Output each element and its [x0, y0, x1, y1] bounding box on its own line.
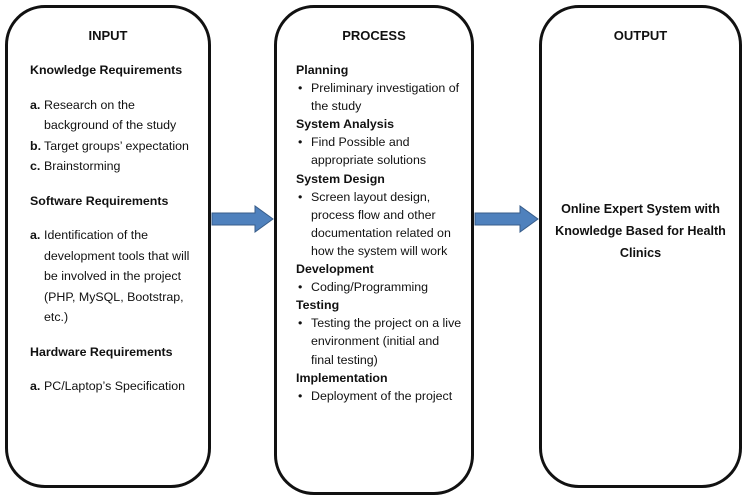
list-item: a. PC/Laptop’s Specification: [30, 376, 200, 397]
bullet-item: • Preliminary investigation of the study: [296, 79, 463, 115]
list-marker: a.: [30, 228, 41, 242]
phase-title: Implementation: [296, 370, 388, 385]
bullet-icon: •: [298, 189, 303, 204]
process-content: Planning • Preliminary investigation of t…: [296, 61, 463, 405]
process-box: PROCESS Planning • Preliminary investigat…: [274, 5, 474, 495]
list-marker: a.: [30, 379, 41, 393]
bullet-text: Find Possible and appropriate solutions: [311, 135, 427, 168]
bullet-icon: •: [298, 388, 303, 403]
list-item: a. Identification of the development too…: [30, 225, 200, 328]
output-box: OUTPUT Online Expert System with Knowled…: [539, 5, 742, 488]
phase-system-design: System Design • Screen layout design, pro…: [296, 170, 463, 260]
list-text: Brainstorming: [44, 159, 121, 173]
phase-title: Planning: [296, 63, 349, 77]
phase-testing: Testing • Testing the project on a live e…: [296, 296, 463, 368]
input-section-hardware: Hardware Requirements a. PC/Laptop’s Spe…: [30, 342, 200, 397]
phase-title: Development: [296, 262, 374, 277]
phase-planning: Planning • Preliminary investigation of t…: [296, 61, 463, 115]
section-title: Knowledge Requirements: [30, 63, 183, 77]
phase-title: System Design: [296, 171, 385, 186]
phase-development: Development • Coding/Programming: [296, 260, 463, 296]
phase-implementation: Implementation • Deployment of the projec…: [296, 369, 463, 405]
input-content: Knowledge Requirements a. Research on th…: [30, 60, 200, 411]
list-marker: a.: [30, 97, 41, 112]
list-text: Identification of the development tools …: [44, 228, 190, 324]
phase-system-analysis: System Analysis • Find Possible and appro…: [296, 115, 463, 169]
list-item: b. Target groups’ expectation: [30, 136, 200, 157]
bullet-text: Testing the project on a live environmen…: [311, 316, 462, 367]
section-title: Hardware Requirements: [30, 344, 173, 359]
list-text: PC/Laptop’s Specification: [44, 379, 185, 393]
bullet-text: Coding/Programming: [311, 280, 429, 295]
input-section-software: Software Requirements a. Identification …: [30, 191, 200, 328]
list-marker: b.: [30, 138, 42, 153]
list-text: Target groups’ expectation: [44, 138, 189, 153]
list-item: c. Brainstorming: [30, 156, 200, 177]
bullet-item: • Find Possible and appropriate solutions: [296, 133, 463, 169]
bullet-icon: •: [298, 81, 303, 96]
output-result: Online Expert System with Knowledge Base…: [555, 202, 726, 260]
bullet-text: Deployment of the project: [311, 388, 453, 403]
bullet-text: Preliminary investigation of the study: [311, 81, 460, 114]
phase-title: System Analysis: [296, 117, 395, 132]
bullet-item: • Testing the project on a live environme…: [296, 314, 463, 368]
bullet-icon: •: [298, 135, 303, 150]
output-title: OUTPUT: [613, 28, 668, 43]
arrow-right-icon: [474, 205, 539, 233]
bullet-icon: •: [298, 280, 303, 295]
bullet-item: • Screen layout design, process flow and …: [296, 188, 463, 260]
bullet-text: Screen layout design, process flow and o…: [311, 189, 451, 258]
input-title: INPUT: [88, 28, 128, 43]
input-box: INPUT Knowledge Requirements a. Research…: [5, 5, 211, 488]
list-item: a. Research on the background of the stu…: [30, 95, 200, 136]
bullet-icon: •: [298, 316, 303, 331]
bullet-item: • Coding/Programming: [296, 278, 463, 296]
process-title: PROCESS: [342, 28, 406, 43]
list-text: Research on the background of the study: [44, 97, 177, 133]
phase-title: Testing: [296, 298, 340, 313]
section-title: Software Requirements: [30, 193, 169, 208]
input-section-knowledge: Knowledge Requirements a. Research on th…: [30, 60, 200, 177]
arrow-process-to-output: [474, 205, 539, 233]
arrow-right-icon: [211, 205, 274, 233]
list-marker: c.: [30, 159, 41, 173]
bullet-item: • Deployment of the project: [296, 387, 463, 405]
arrow-input-to-process: [211, 205, 274, 233]
